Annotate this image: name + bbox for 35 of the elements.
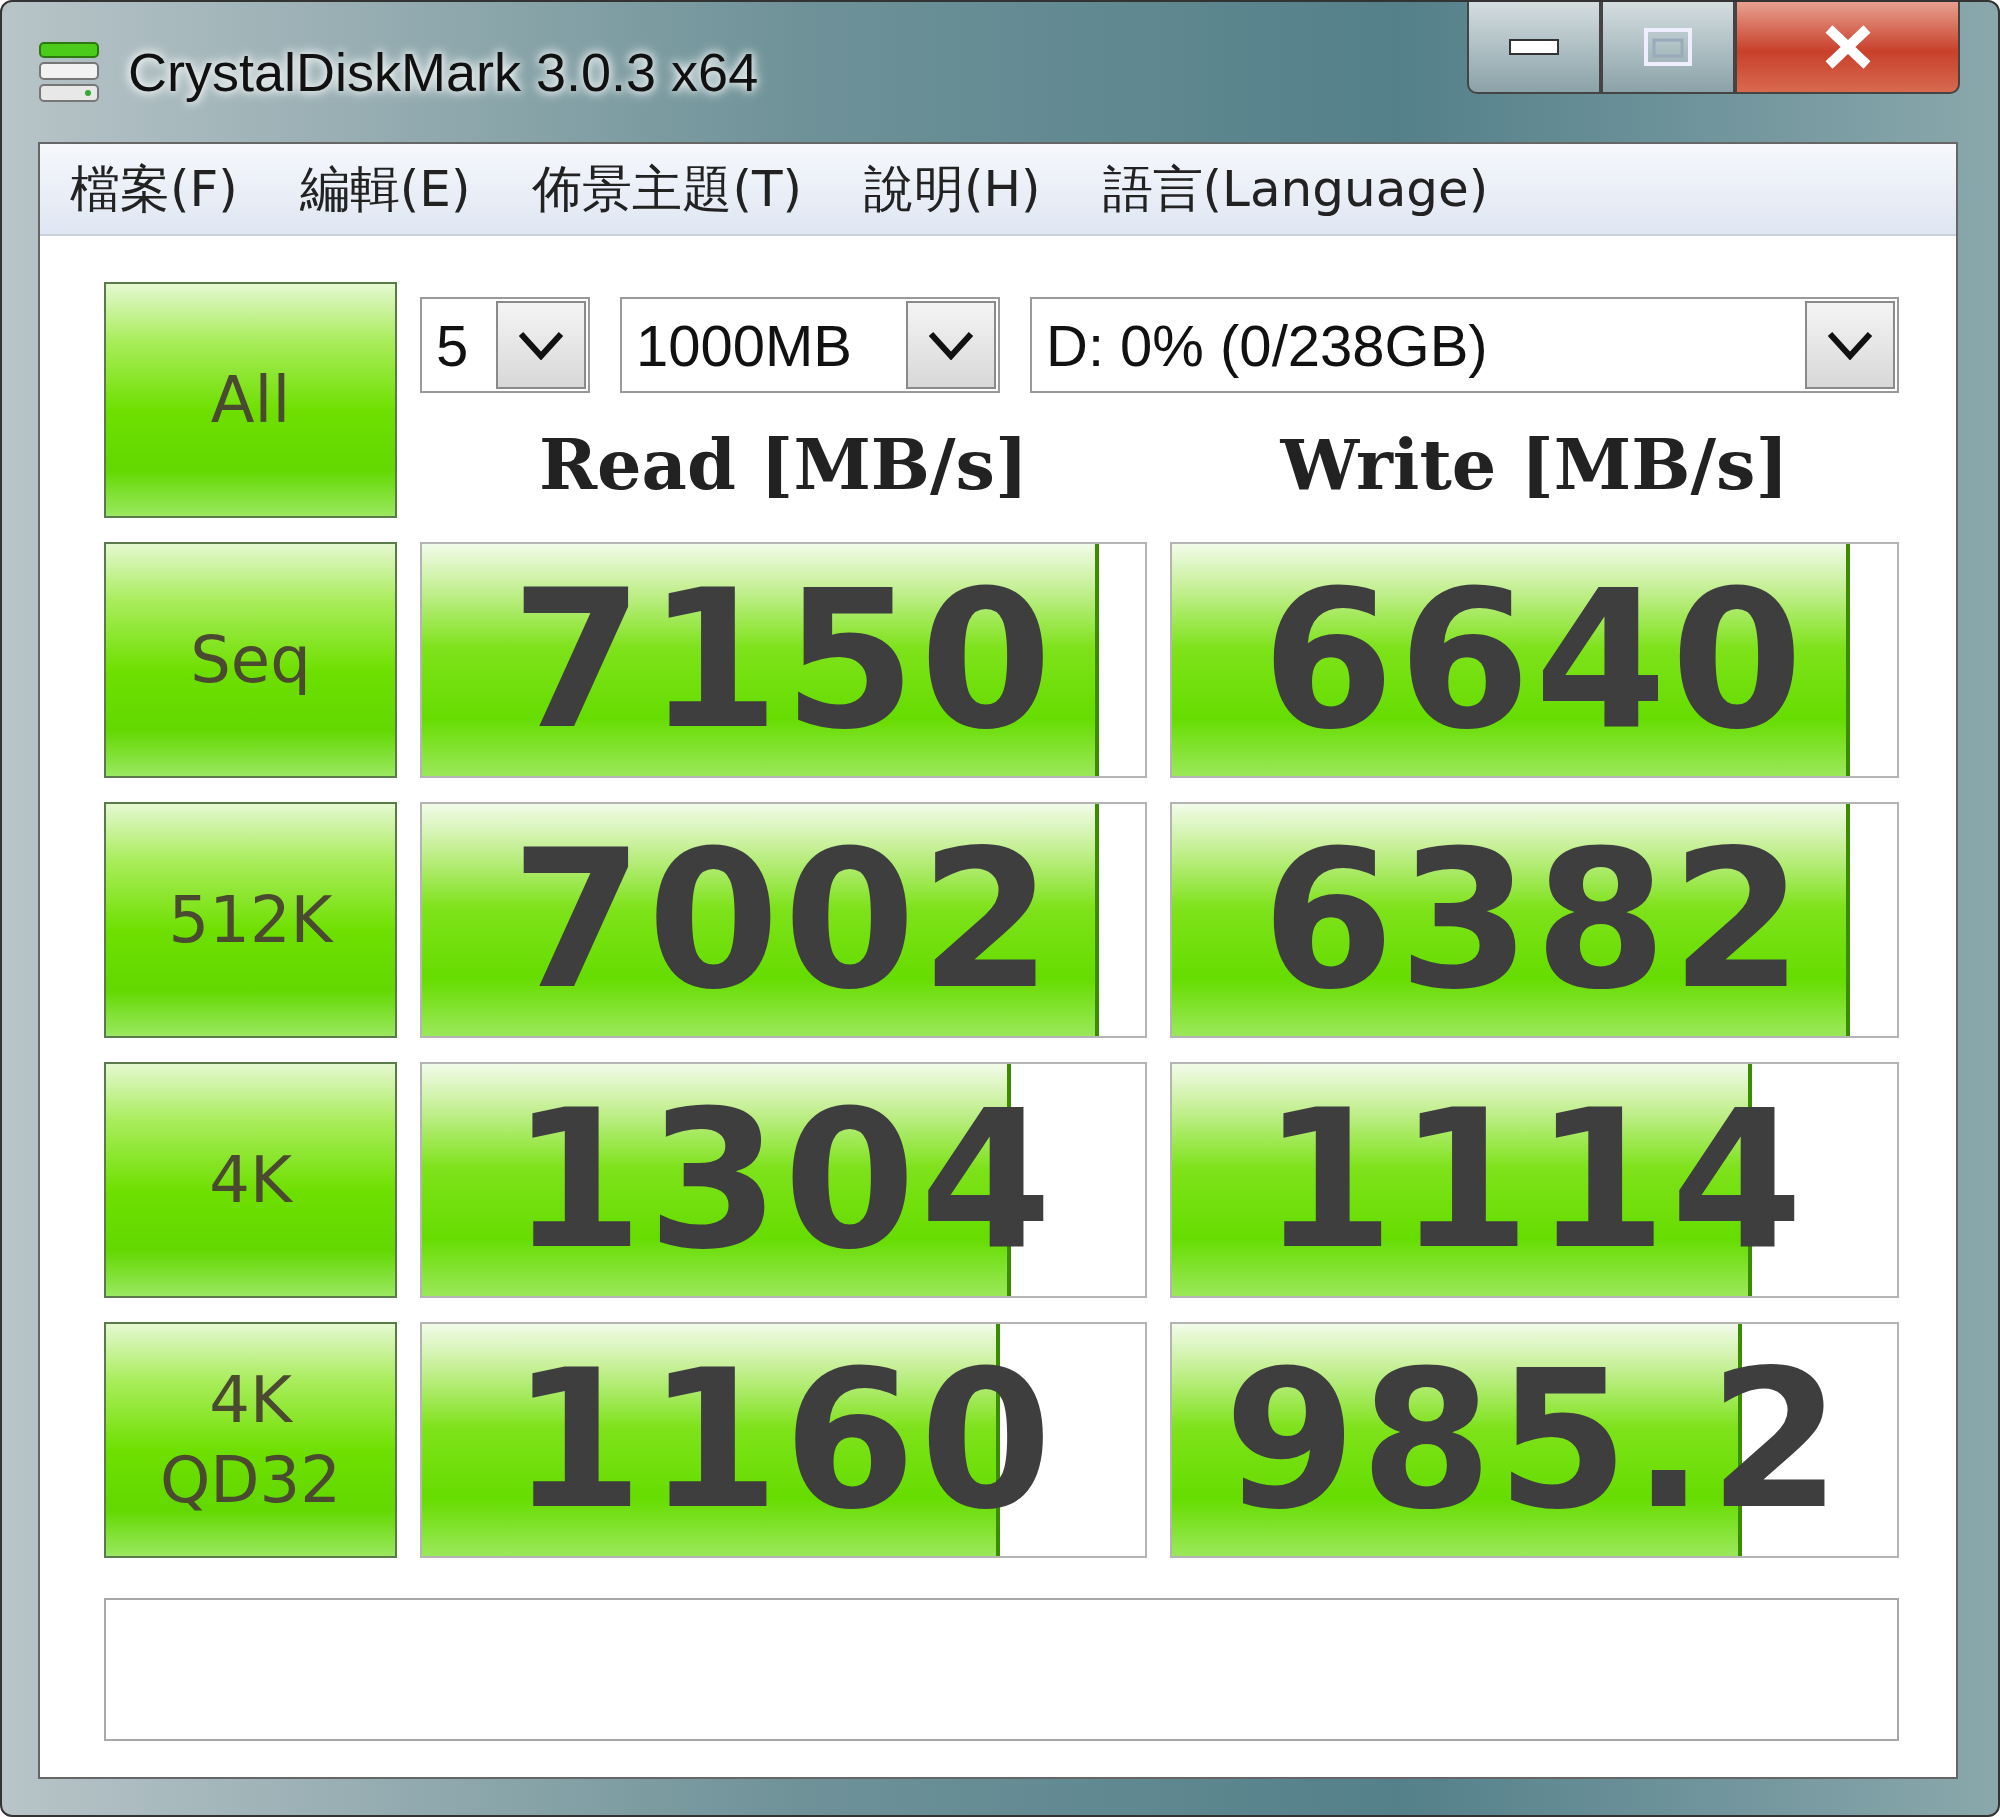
app-icon (36, 39, 102, 105)
score-value: 6640 (1261, 548, 1808, 773)
maximize-icon (1644, 28, 1692, 66)
test-button[interactable]: 4K (104, 1062, 397, 1298)
test-size-dropdown[interactable]: 1000MB (620, 297, 1000, 393)
test-count-dropdown[interactable]: 5 (420, 297, 590, 393)
menu-item[interactable]: 佈景主題(T) (522, 151, 812, 227)
menu-item[interactable]: 檔案(F) (60, 151, 248, 227)
menu-item[interactable]: 說明(H) (853, 151, 1051, 227)
drive-dropdown[interactable]: D: 0% (0/238GB) (1030, 297, 1899, 393)
combo-value: D: 0% (0/238GB) (1045, 311, 1489, 379)
score-value: 7002 (510, 808, 1057, 1033)
minimize-icon (1509, 39, 1559, 55)
column-header: Read [MB/s] (537, 423, 1030, 506)
dropdown-button[interactable] (496, 301, 586, 389)
chevron-down-icon (1827, 330, 1873, 360)
combo-value: 1000MB (635, 311, 854, 379)
score-value: 6382 (1261, 808, 1808, 1033)
dropdown-button[interactable] (1805, 301, 1895, 389)
menu-item[interactable]: 語言(Language) (1092, 151, 1499, 227)
test-button[interactable]: Seq (104, 542, 397, 778)
test-button[interactable]: 4K QD32 (104, 1322, 397, 1558)
column-header: Write [MB/s] (1279, 423, 1790, 506)
window-title: CrystalDiskMark 3.0.3 x64 (128, 41, 759, 103)
minimize-button[interactable] (1467, 2, 1601, 94)
menu-item[interactable]: 編輯(E) (289, 151, 481, 227)
test-button[interactable]: 512K (104, 802, 397, 1038)
chevron-down-icon (928, 330, 974, 360)
close-button[interactable] (1735, 2, 1960, 94)
dropdown-button[interactable] (906, 301, 996, 389)
combo-value: 5 (435, 311, 470, 379)
score-value: 7150 (510, 548, 1057, 773)
chevron-down-icon (518, 330, 564, 360)
all-button[interactable]: All (104, 282, 397, 518)
maximize-button[interactable] (1601, 2, 1735, 94)
